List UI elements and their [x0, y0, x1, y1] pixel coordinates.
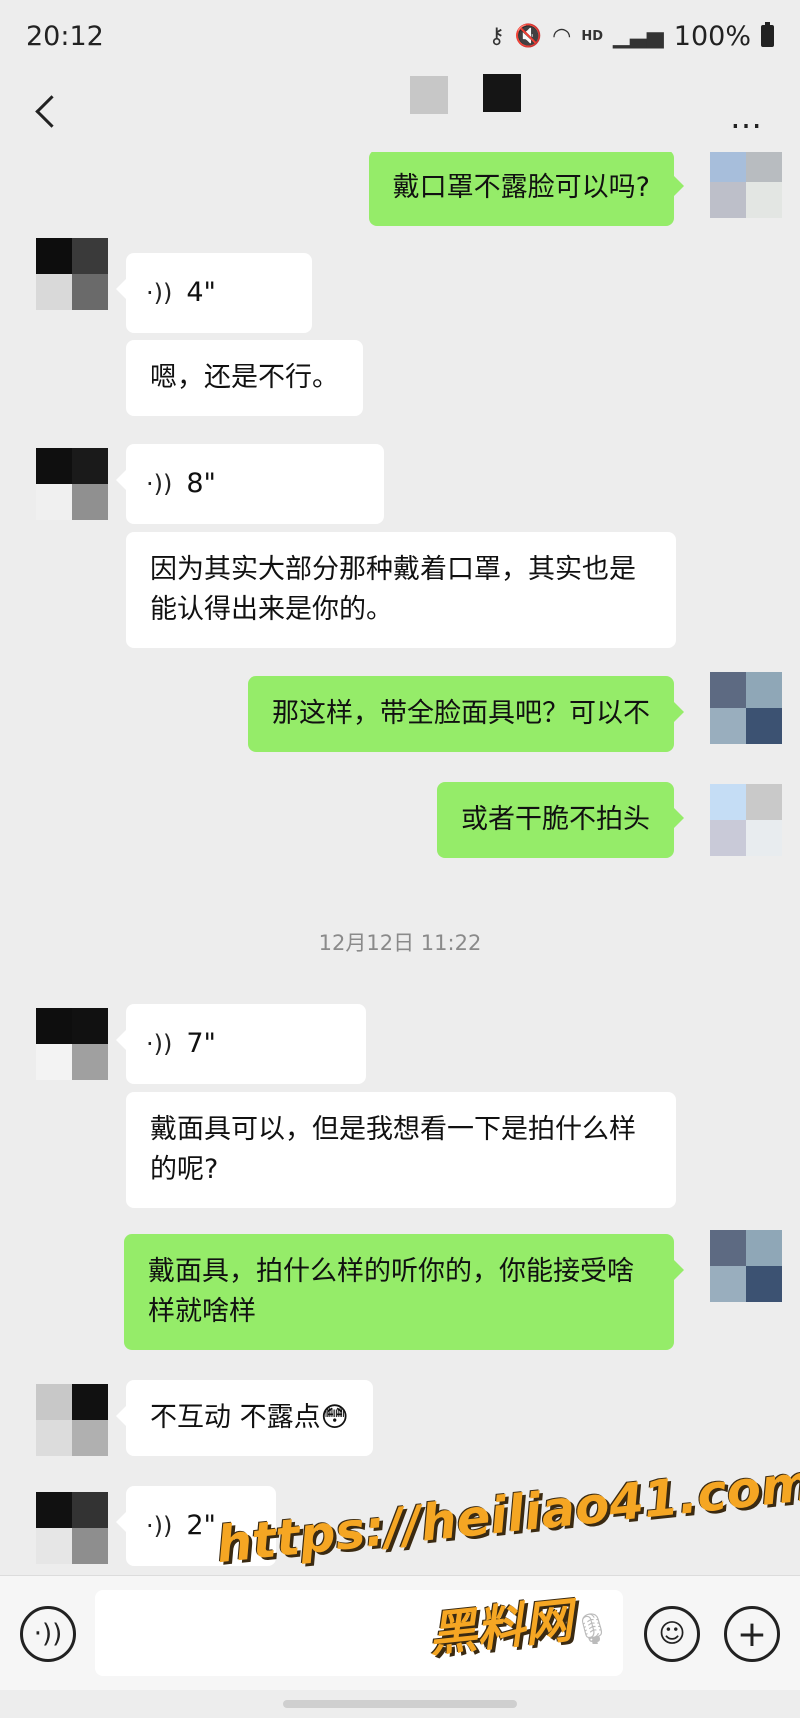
contact-avatar[interactable]	[36, 1008, 108, 1080]
message-bubble-out[interactable]: 戴口罩不露脸可以吗?	[368, 152, 685, 226]
signal-icon: ▁▃▅	[613, 23, 664, 49]
more-options-icon[interactable]: …	[730, 98, 764, 136]
voice-toggle-icon[interactable]: ·))	[20, 1606, 76, 1662]
message-bubble-in[interactable]: 嗯，还是不行。	[126, 340, 363, 416]
message-bubble-in[interactable]: 不互动 不露点😳	[116, 1380, 373, 1456]
message-text: 戴面具可以，但是我想看一下是拍什么样的呢?	[150, 1114, 636, 1185]
plus-icon[interactable]: +	[724, 1606, 780, 1662]
my-avatar[interactable]	[710, 152, 782, 218]
status-bar: 20:12 ⚷ 🔇 ◠ HD ▁▃▅ 100%	[0, 0, 800, 72]
voice-duration: 2"	[186, 1510, 216, 1541]
contact-avatar[interactable]	[36, 1492, 108, 1564]
message-text: 嗯，还是不行。	[150, 362, 339, 393]
flushed-emoji-icon: 😳	[320, 1402, 349, 1433]
key-icon: ⚷	[488, 23, 505, 49]
chevron-left-icon[interactable]	[30, 92, 64, 132]
voice-wave-icon: ·))	[146, 1512, 173, 1540]
status-time: 20:12	[26, 20, 104, 52]
wifi-icon: ◠	[552, 23, 572, 49]
message-bubble-out[interactable]: 那这样，带全脸面具吧？可以不	[248, 676, 684, 752]
message-bubble-in[interactable]: 因为其实大部分那种戴着口罩，其实也是能认得出来是你的。	[126, 532, 676, 648]
message-bubble-in[interactable]: 戴面具可以，但是我想看一下是拍什么样的呢?	[126, 1092, 676, 1208]
message-text: 戴口罩不露脸可以吗?	[392, 172, 650, 203]
my-avatar[interactable]	[710, 1230, 782, 1302]
emoji-icon[interactable]: ☺	[644, 1606, 700, 1662]
contact-name-mosaic	[410, 76, 448, 114]
contact-avatar[interactable]	[36, 448, 108, 520]
voice-wave-icon: ·))	[146, 470, 173, 498]
chat-messages: 戴口罩不露脸可以吗? ·)) 4" 嗯，还是不行。 ·)) 8" 因为其实大部分…	[0, 152, 800, 1572]
battery-icon	[761, 22, 774, 47]
home-indicator[interactable]	[283, 1700, 517, 1708]
voice-message[interactable]: ·)) 4"	[116, 253, 312, 333]
voice-duration: 7"	[186, 1028, 216, 1059]
message-text: 不互动 不露点	[150, 1402, 321, 1433]
my-avatar[interactable]	[710, 784, 782, 856]
message-bubble-out[interactable]: 或者干脆不拍头	[437, 782, 684, 858]
chat-timestamp: 12月12日 11:22	[318, 931, 482, 955]
my-avatar[interactable]	[710, 672, 782, 744]
message-text: 戴面具，拍什么样的听你的，你能接受啥样就啥样	[148, 1256, 634, 1327]
mic-icon[interactable]: 🎙	[573, 1612, 611, 1647]
watermark-site: 黑料网	[425, 1592, 576, 1664]
voice-message[interactable]: ·)) 7"	[116, 1004, 366, 1084]
message-text: 那这样，带全脸面具吧？可以不	[272, 698, 650, 729]
hd-icon: HD	[581, 28, 604, 44]
voice-duration: 8"	[186, 468, 216, 499]
voice-wave-icon: ·))	[146, 1030, 173, 1058]
status-icons: ⚷ 🔇 ◠ HD ▁▃▅ 100%	[489, 21, 774, 52]
message-bubble-out[interactable]: 戴面具，拍什么样的听你的，你能接受啥样就啥样	[124, 1234, 684, 1350]
message-text: 或者干脆不拍头	[461, 804, 650, 835]
battery-percent: 100%	[673, 20, 751, 52]
contact-name-mosaic	[483, 74, 521, 112]
message-text: 因为其实大部分那种戴着口罩，其实也是能认得出来是你的。	[150, 554, 636, 625]
chat-header: …	[0, 72, 800, 152]
contact-avatar[interactable]	[36, 1384, 108, 1456]
input-bar: ·)) 🎙 ☺ +	[0, 1575, 800, 1690]
mute-icon: 🔇	[514, 23, 543, 49]
voice-wave-icon: ·))	[146, 279, 173, 307]
contact-avatar[interactable]	[36, 238, 108, 310]
voice-duration: 4"	[186, 277, 216, 308]
voice-message[interactable]: ·)) 8"	[116, 444, 384, 524]
